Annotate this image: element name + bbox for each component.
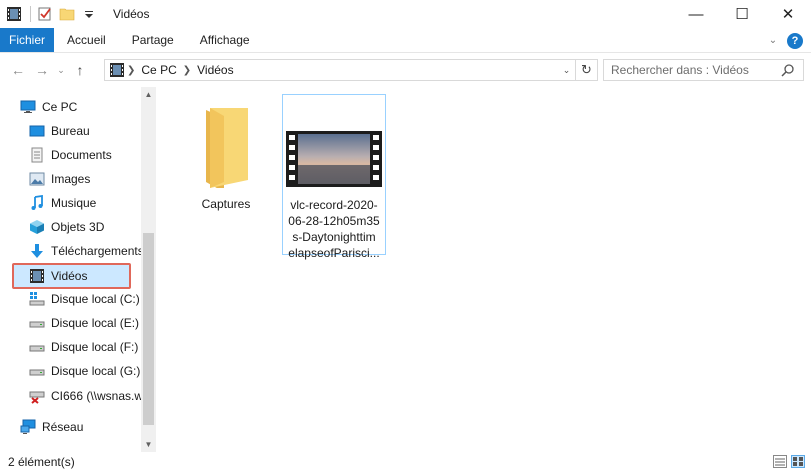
large-icons-view-icon[interactable]	[791, 455, 805, 468]
sidebar-item-label: Disque local (C:)	[51, 292, 140, 306]
sidebar-item-videos[interactable]: Vidéos	[29, 265, 87, 287]
search-box[interactable]	[603, 59, 804, 81]
status-bar: 2 élément(s)	[0, 452, 811, 471]
sidebar-item-label: Disque local (G:)	[51, 364, 141, 378]
help-icon[interactable]: ?	[787, 32, 803, 49]
sidebar-item-network[interactable]: Réseau	[20, 416, 83, 438]
folder-item[interactable]: Captures	[186, 98, 266, 211]
properties-icon[interactable]	[37, 6, 53, 22]
file-name: vlc-record-2020- 06-28-12h05m35 s-Dayton…	[288, 198, 380, 260]
drive-icon	[29, 339, 45, 355]
breadcrumb-this-pc[interactable]: Ce PC	[141, 63, 176, 77]
scroll-down-arrow-icon[interactable]: ▼	[141, 437, 156, 452]
music-icon	[29, 194, 45, 211]
tab-file[interactable]: Fichier	[0, 28, 55, 52]
search-input[interactable]	[611, 63, 771, 77]
videos-location-icon	[109, 62, 125, 78]
sidebar-item-label: Vidéos	[51, 269, 88, 283]
back-arrow-icon[interactable]: ←	[6, 58, 30, 82]
scrollbar-thumb[interactable]	[143, 233, 154, 425]
expand-ribbon-icon[interactable]: ⌄	[763, 35, 783, 46]
folder-icon	[198, 104, 254, 192]
quick-access-toolbar	[0, 0, 103, 28]
sidebar-item-documents[interactable]: Documents	[29, 144, 112, 166]
videos-icon	[29, 268, 45, 284]
sidebar-item-label: Objets 3D	[51, 220, 105, 234]
chevron-right-icon[interactable]: ❯	[183, 65, 191, 76]
network-drive-disconnected-icon	[29, 388, 45, 404]
sidebar-item-this-pc[interactable]: Ce PC	[20, 96, 77, 118]
recent-locations-chevron-icon[interactable]: ⌄	[54, 58, 68, 82]
title-bar: Vidéos — ☐ ✕	[0, 0, 811, 28]
sidebar-item-network-drive[interactable]: CI666 (\\wsnas.w	[29, 385, 141, 407]
ribbon-right: ⌄ ?	[763, 28, 811, 53]
sidebar-item-label: Musique	[51, 196, 97, 210]
sidebar-item-label: Images	[51, 172, 91, 186]
drive-icon	[29, 315, 45, 331]
sidebar-scrollbar[interactable]: ▲ ▼	[141, 87, 156, 452]
forward-arrow-icon[interactable]: →	[30, 58, 54, 82]
maximize-button[interactable]: ☐	[719, 0, 765, 28]
sidebar-item-label: Disque local (E:)	[51, 316, 140, 330]
tab-share[interactable]: Partage	[119, 28, 187, 52]
system-drive-icon	[29, 291, 45, 307]
sidebar-item-label: Disque local (F:)	[51, 340, 139, 354]
sidebar-item-3d-objects[interactable]: Objets 3D	[29, 216, 104, 238]
search-icon[interactable]	[781, 63, 795, 77]
ribbon-tabs: Fichier Accueil Partage Affichage ⌄ ?	[0, 28, 811, 53]
window-title: Vidéos	[113, 7, 150, 21]
network-icon	[20, 419, 36, 435]
sidebar-item-music[interactable]: Musique	[29, 192, 96, 214]
video-file-item[interactable]: vlc-record-2020- 06-28-12h05m35 s-Dayton…	[282, 94, 386, 260]
refresh-icon[interactable]: ↻	[575, 60, 597, 80]
sidebar-item-drive-c[interactable]: Disque local (C:)	[29, 288, 140, 310]
sidebar-item-downloads[interactable]: Téléchargements	[29, 240, 141, 262]
sidebar-item-label: Bureau	[51, 124, 90, 138]
minimize-button[interactable]: —	[673, 0, 719, 28]
details-view-icon[interactable]	[773, 455, 787, 468]
tab-view[interactable]: Affichage	[187, 28, 263, 52]
video-folder-app-icon	[6, 6, 22, 22]
chevron-down-icon[interactable]: ⌄	[557, 65, 575, 76]
close-button[interactable]: ✕	[765, 0, 811, 28]
view-switcher	[769, 455, 805, 468]
sidebar-item-label: CI666 (\\wsnas.w	[51, 389, 141, 403]
sidebar-item-drive-e[interactable]: Disque local (E:)	[29, 312, 139, 334]
new-folder-icon[interactable]	[59, 6, 75, 22]
sidebar-item-label: Documents	[51, 148, 112, 162]
file-list: Captures vlc-record-2020- 06-28-12h05m35…	[157, 87, 811, 452]
objects3d-icon	[29, 219, 45, 235]
up-arrow-icon[interactable]: ↑	[68, 58, 92, 82]
breadcrumb-videos[interactable]: Vidéos	[197, 63, 233, 77]
sidebar-item-label: Ce PC	[42, 100, 78, 114]
window-controls: — ☐ ✕	[673, 0, 811, 28]
video-thumbnail-icon	[286, 131, 382, 187]
sidebar-item-drive-f[interactable]: Disque local (F:)	[29, 336, 138, 358]
pc-icon	[20, 99, 36, 115]
download-icon	[29, 243, 45, 259]
separator	[30, 6, 31, 22]
sidebar-item-label: Réseau	[42, 420, 84, 434]
item-count: 2 élément(s)	[8, 454, 75, 469]
file-name: Captures	[201, 197, 251, 211]
navigation-bar: ← → ⌄ ↑ ❯ Ce PC ❯ Vidéos ⌄ ↻	[0, 53, 811, 87]
tab-home[interactable]: Accueil	[54, 28, 119, 52]
address-bar[interactable]: ❯ Ce PC ❯ Vidéos ⌄ ↻	[104, 59, 598, 81]
chevron-right-icon[interactable]: ❯	[127, 65, 135, 76]
sidebar-item-label: Téléchargements	[51, 244, 141, 258]
documents-icon	[29, 147, 45, 163]
drive-icon	[29, 363, 45, 379]
sidebar-item-images[interactable]: Images	[29, 168, 90, 190]
address-actions: ⌄ ↻	[557, 60, 597, 80]
customize-toolbar-icon[interactable]	[81, 6, 97, 22]
images-icon	[29, 171, 45, 187]
navigation-pane: Ce PC Bureau Documents Images Musique Ob…	[0, 87, 157, 452]
sidebar-item-desktop[interactable]: Bureau	[29, 120, 90, 142]
sidebar-item-drive-g[interactable]: Disque local (G:)	[29, 360, 140, 382]
scroll-up-arrow-icon[interactable]: ▲	[141, 87, 156, 102]
desktop-icon	[29, 123, 45, 139]
